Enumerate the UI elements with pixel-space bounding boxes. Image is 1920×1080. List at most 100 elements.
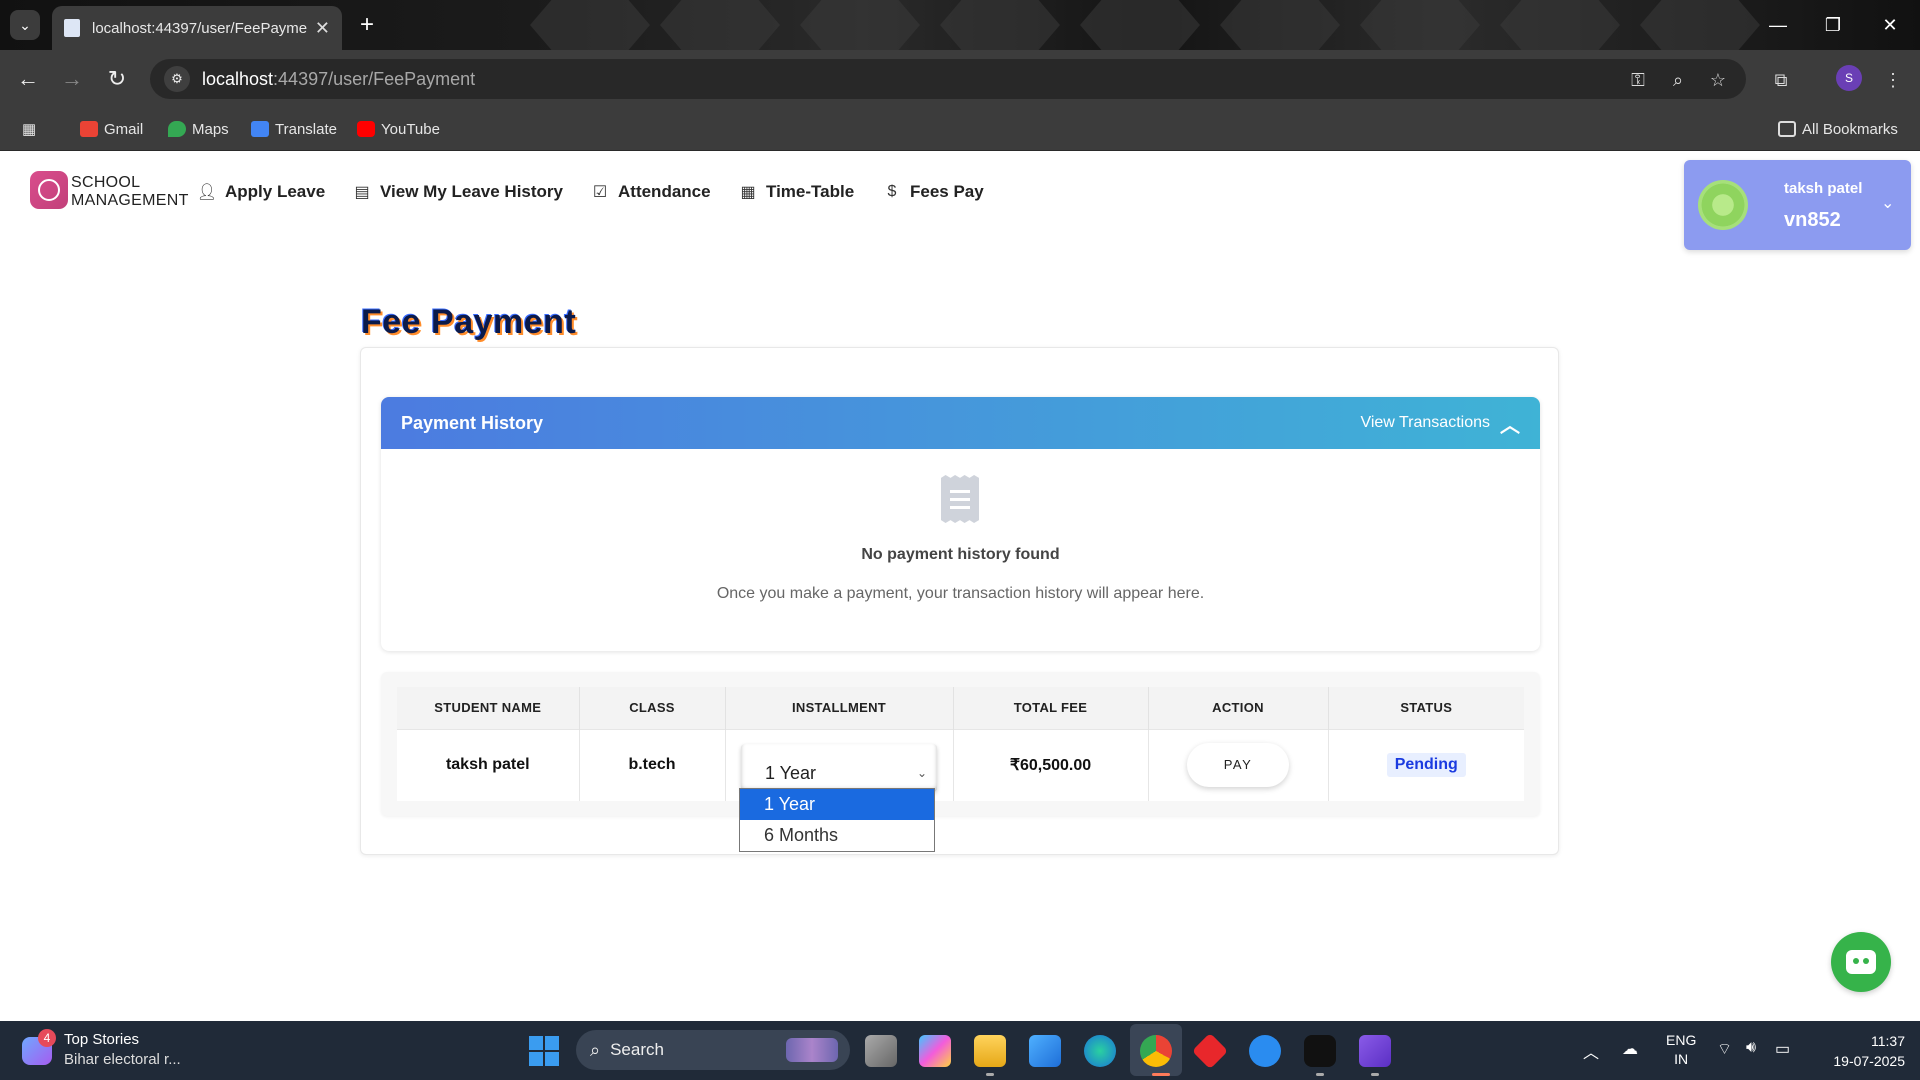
browser-tab-active[interactable]: localhost:44397/user/FeePayme ✕: [52, 6, 342, 50]
view-transactions-toggle[interactable]: View Transactions ︿: [1360, 409, 1520, 438]
chatbot-button[interactable]: [1831, 932, 1891, 992]
back-button[interactable]: ←: [12, 63, 44, 95]
view-transactions-label: View Transactions: [1360, 414, 1490, 431]
zoom-icon[interactable]: ⌕: [1665, 67, 1691, 93]
new-tab-button[interactable]: +: [352, 10, 382, 40]
file-explorer-icon[interactable]: [974, 1035, 1006, 1067]
user-name: taksh patel: [1784, 180, 1863, 197]
column-header: INSTALLMENT: [725, 687, 954, 729]
theme-decoration: [1640, 0, 1760, 50]
close-tab-icon[interactable]: ✕: [315, 18, 330, 39]
bookmark-translate[interactable]: Translate: [251, 118, 337, 140]
payment-history-title: Payment History: [401, 412, 544, 433]
onedrive-icon[interactable]: ☁: [1622, 1039, 1638, 1059]
pay-button[interactable]: PAY: [1187, 743, 1289, 788]
news-title[interactable]: Top Stories: [64, 1031, 139, 1048]
search-highlight-image: [786, 1038, 838, 1062]
chevron-down-icon[interactable]: ⌄: [1881, 193, 1894, 213]
maps-icon: [168, 121, 186, 137]
language-indicator[interactable]: ENG IN: [1666, 1031, 1696, 1069]
address-bar[interactable]: ⚙ localhost:44397/user/FeePayment ⚿ ⌕ ☆: [150, 59, 1746, 99]
app-page: SCHOOL MANAGEMENT 👤︎ Apply Leave ▤ View My…: [0, 151, 1920, 1021]
bookmark-star-icon[interactable]: ☆: [1705, 67, 1731, 93]
site-info-icon[interactable]: ⚙: [164, 66, 190, 92]
bookmark-youtube[interactable]: YouTube: [357, 118, 440, 140]
chevron-down-icon: ⌄: [916, 766, 927, 781]
fee-table-panel: STUDENT NAME CLASS INSTALLMENT TOTAL FEE…: [381, 672, 1540, 816]
tab-search-button[interactable]: ⌄: [10, 10, 40, 40]
profile-avatar[interactable]: S: [1836, 65, 1862, 91]
avatar: [1698, 180, 1748, 230]
all-bookmarks[interactable]: All Bookmarks: [1778, 118, 1898, 140]
nav-label: Time-Table: [766, 182, 855, 201]
close-window-button[interactable]: ✕: [1870, 8, 1910, 42]
system-clock[interactable]: 11:37 19-07-2025: [1815, 1031, 1905, 1071]
user-profile-card[interactable]: taksh patel vn852 ⌄: [1684, 160, 1911, 250]
folder-icon: [1778, 121, 1796, 137]
nav-label: Apply Leave: [225, 182, 326, 201]
wifi-icon[interactable]: ⌔: [1717, 1039, 1732, 1059]
installment-option[interactable]: 1 Year: [740, 789, 934, 820]
payment-history-header[interactable]: Payment History View Transactions ︿: [381, 397, 1540, 449]
chrome-icon[interactable]: [1140, 1035, 1172, 1067]
bookmark-maps[interactable]: Maps: [168, 118, 229, 140]
status-badge: Pending: [1386, 753, 1466, 778]
git-app-icon[interactable]: [1191, 1032, 1229, 1070]
student-name-cell: taksh patel: [397, 728, 580, 801]
task-view-icon[interactable]: [865, 1035, 897, 1067]
nav-view-leave-history[interactable]: ▤ View My Leave History: [351, 182, 563, 202]
search-icon: ⌕: [590, 1039, 601, 1060]
reload-button[interactable]: ↻: [101, 63, 133, 95]
volume-icon[interactable]: 🔊︎: [1746, 1039, 1756, 1057]
password-key-icon[interactable]: ⚿: [1625, 67, 1651, 93]
windows-start-icon[interactable]: [529, 1036, 559, 1066]
language-region: IN: [1674, 1051, 1689, 1067]
installment-select[interactable]: 1 Year ⌄: [741, 744, 937, 793]
apps-grid-icon[interactable]: ▦: [22, 118, 36, 140]
widgets-badge: 4: [38, 1029, 56, 1047]
edge-icon[interactable]: [1084, 1035, 1116, 1067]
search-label: Search: [610, 1040, 664, 1059]
clock-date: 19-07-2025: [1833, 1053, 1905, 1069]
logo-line1: SCHOOL: [71, 174, 141, 191]
logo-line2: MANAGEMENT: [71, 192, 189, 209]
column-header: STATUS: [1328, 687, 1524, 729]
plus-icon: +: [359, 11, 374, 38]
theme-decoration: [800, 0, 920, 50]
theme-decoration: [1500, 0, 1620, 50]
nav-fees-pay[interactable]: $ Fees Pay: [881, 182, 984, 202]
nav-apply-leave[interactable]: 👤︎ Apply Leave: [196, 182, 325, 202]
document-icon: ▤: [354, 184, 370, 201]
microsoft-store-icon[interactable]: [1029, 1035, 1061, 1067]
installment-option[interactable]: 6 Months: [740, 820, 934, 851]
app-icon[interactable]: [1304, 1035, 1336, 1067]
bookmark-gmail[interactable]: Gmail: [80, 118, 143, 140]
taskbar-search[interactable]: ⌕ Search: [576, 1030, 850, 1070]
nav-time-table[interactable]: ▦ Time-Table: [737, 182, 854, 202]
help-icon[interactable]: [1249, 1035, 1281, 1067]
minimize-button[interactable]: —: [1758, 8, 1798, 42]
running-indicator: [986, 1073, 994, 1076]
menu-kebab-icon[interactable]: ⋮: [1880, 67, 1906, 93]
tab-title: localhost:44397/user/FeePayme: [92, 19, 307, 37]
forward-button[interactable]: →: [56, 63, 88, 95]
theme-decoration: [1360, 0, 1480, 50]
column-header: TOTAL FEE: [953, 687, 1149, 729]
battery-icon[interactable]: ▭: [1775, 1039, 1790, 1059]
column-header: ACTION: [1148, 687, 1329, 729]
extensions-icon[interactable]: ⧉: [1768, 67, 1794, 93]
theme-decoration: [530, 0, 650, 50]
news-subtitle[interactable]: Bihar electoral r...: [64, 1051, 181, 1068]
action-cell: PAY: [1148, 728, 1329, 801]
nav-label: Attendance: [618, 182, 711, 201]
nav-label: View My Leave History: [380, 182, 563, 201]
copilot-icon[interactable]: [919, 1035, 951, 1067]
chevron-up-icon[interactable]: ︿: [1583, 1039, 1599, 1063]
school-logo[interactable]: [30, 171, 68, 209]
visual-studio-icon[interactable]: [1359, 1035, 1391, 1067]
nav-attendance[interactable]: ☑ Attendance: [589, 182, 711, 202]
restore-button[interactable]: ❐: [1813, 8, 1853, 42]
language-code: ENG: [1666, 1032, 1697, 1048]
total-fee-cell: ₹60,500.00: [953, 728, 1149, 801]
payment-history-panel: Payment History View Transactions ︿ No pa…: [381, 397, 1540, 651]
